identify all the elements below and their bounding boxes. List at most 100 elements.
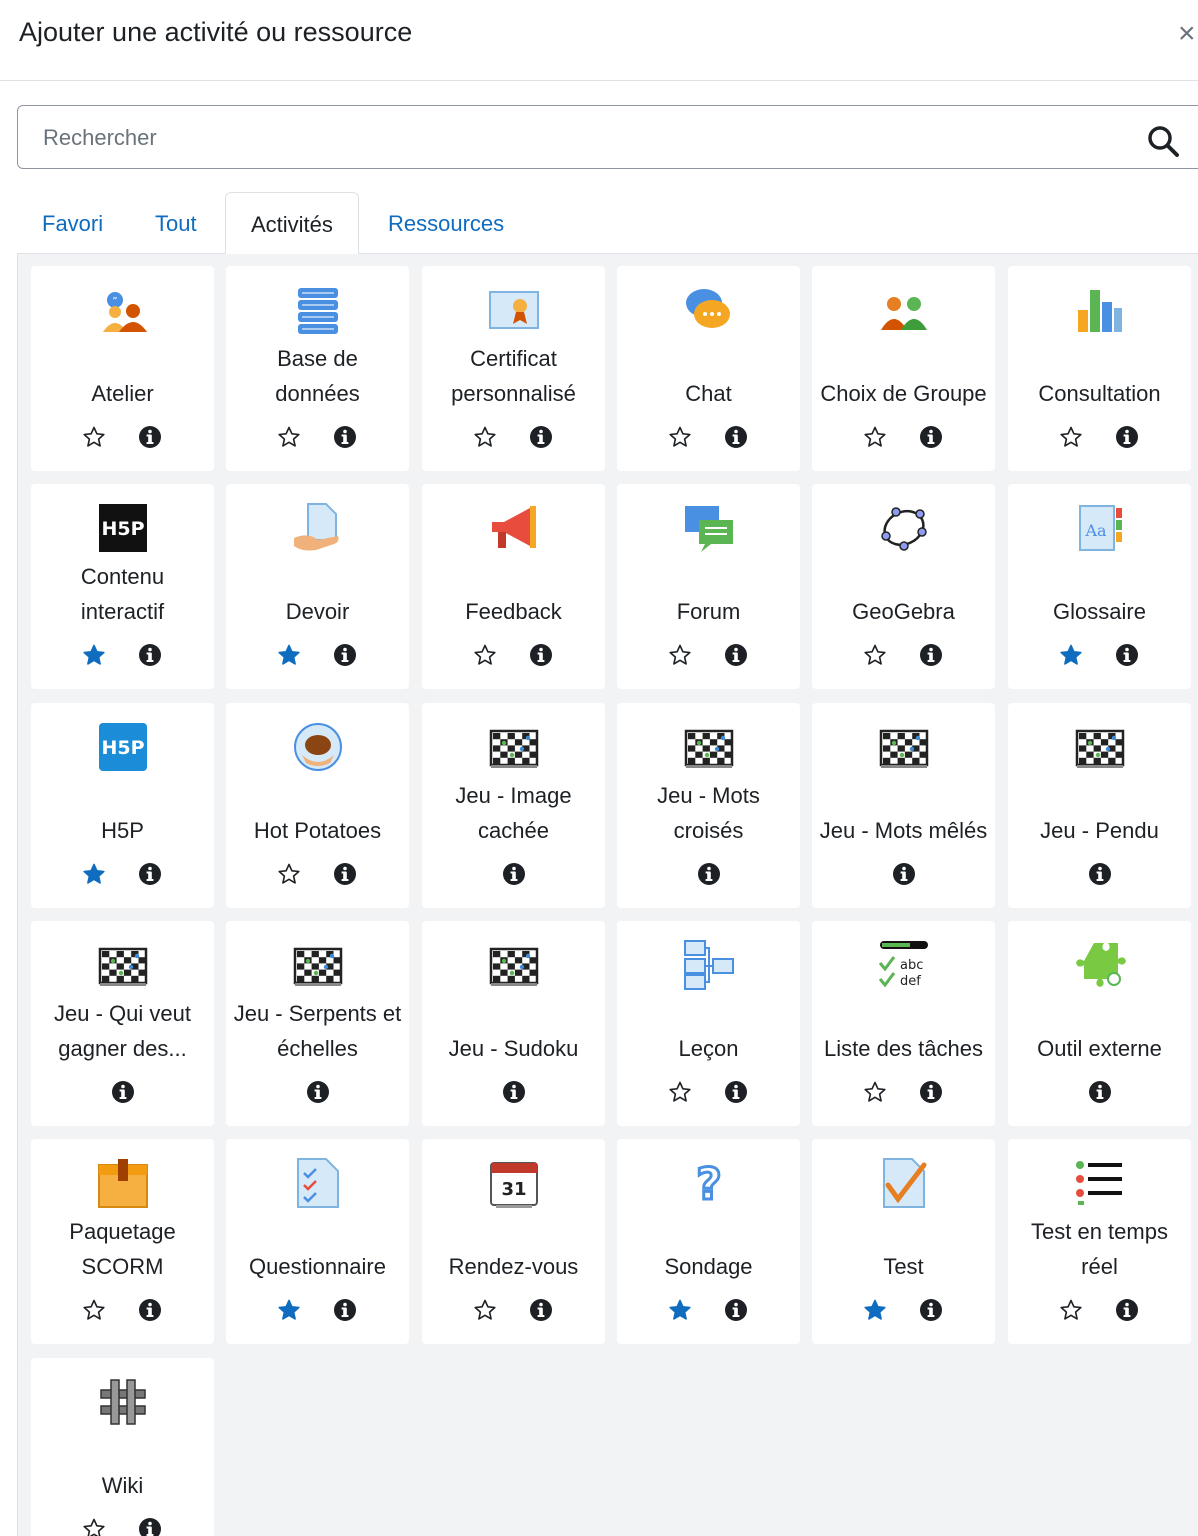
activity-card[interactable]: ? Sondage [617, 1139, 800, 1344]
info-icon[interactable] [919, 1080, 943, 1104]
info-icon[interactable] [529, 425, 553, 449]
info-icon[interactable] [1115, 643, 1139, 667]
star-icon[interactable] [82, 425, 106, 449]
info-icon[interactable] [529, 643, 553, 667]
info-icon[interactable] [333, 425, 357, 449]
search-icon[interactable] [1146, 124, 1180, 158]
star-filled-icon[interactable] [863, 1298, 887, 1322]
activity-card[interactable]: Wiki [31, 1358, 214, 1536]
star-icon[interactable] [473, 425, 497, 449]
star-icon[interactable] [473, 643, 497, 667]
hot-potatoes-icon [292, 721, 344, 773]
close-icon[interactable]: × [1178, 14, 1196, 54]
info-icon[interactable] [697, 862, 721, 886]
star-icon[interactable] [473, 1298, 497, 1322]
activity-card[interactable]: Certificat personnalisé [422, 266, 605, 471]
activity-card[interactable]: abc def Liste des tâches [812, 921, 995, 1126]
activity-card[interactable]: ” Atelier [31, 266, 214, 471]
activity-card[interactable]: Forum [617, 484, 800, 689]
info-icon[interactable] [724, 1080, 748, 1104]
star-icon[interactable] [863, 425, 887, 449]
info-icon[interactable] [138, 862, 162, 886]
activity-card[interactable]: Jeu - Serpents et échelles [226, 921, 409, 1126]
star-icon[interactable] [863, 1080, 887, 1104]
info-icon[interactable] [724, 643, 748, 667]
star-icon[interactable] [668, 643, 692, 667]
info-icon[interactable] [306, 1080, 330, 1104]
info-icon[interactable] [333, 862, 357, 886]
star-icon[interactable] [668, 425, 692, 449]
info-icon[interactable] [1115, 1298, 1139, 1322]
info-icon[interactable] [1088, 862, 1112, 886]
activity-name: Atelier [91, 381, 154, 406]
info-icon[interactable] [919, 1298, 943, 1322]
tab-favori[interactable]: Favori [17, 192, 128, 254]
info-icon[interactable] [502, 1080, 526, 1104]
activity-card[interactable]: Feedback [422, 484, 605, 689]
activity-card[interactable]: Test [812, 1139, 995, 1344]
star-filled-icon[interactable] [1059, 643, 1083, 667]
activity-name: Jeu - Image cachée [455, 783, 572, 843]
tab-ressources[interactable]: Ressources [363, 192, 529, 254]
info-icon[interactable] [529, 1298, 553, 1322]
info-icon[interactable] [724, 1298, 748, 1322]
info-icon[interactable] [502, 862, 526, 886]
activity-card[interactable]: Questionnaire [226, 1139, 409, 1344]
info-icon[interactable] [724, 425, 748, 449]
star-filled-icon[interactable] [668, 1298, 692, 1322]
activity-card[interactable]: Outil externe [1008, 921, 1191, 1126]
activity-card[interactable]: Test en temps réel [1008, 1139, 1191, 1344]
tab-tout[interactable]: Tout [130, 192, 222, 254]
activity-card[interactable]: Consultation [1008, 266, 1191, 471]
activity-card[interactable]: Paquetage SCORM [31, 1139, 214, 1344]
star-icon[interactable] [82, 1298, 106, 1322]
star-filled-icon[interactable] [82, 643, 106, 667]
activity-card[interactable]: Base de données [226, 266, 409, 471]
database-icon [292, 284, 344, 336]
info-icon[interactable] [111, 1080, 135, 1104]
activity-card[interactable]: H5P H5P [31, 703, 214, 908]
activity-card[interactable]: H5P Contenu interactif [31, 484, 214, 689]
search-input[interactable]: Rechercher [17, 105, 1198, 169]
activity-card[interactable]: Jeu - Image cachée [422, 703, 605, 908]
info-icon[interactable] [138, 1298, 162, 1322]
star-icon[interactable] [668, 1080, 692, 1104]
activity-card[interactable]: Jeu - Mots croisés [617, 703, 800, 908]
info-icon[interactable] [1115, 425, 1139, 449]
activity-card[interactable]: Chat [617, 266, 800, 471]
info-icon[interactable] [333, 1298, 357, 1322]
info-icon[interactable] [892, 862, 916, 886]
activity-card[interactable]: Choix de Groupe [812, 266, 995, 471]
star-icon[interactable] [277, 425, 301, 449]
activity-card[interactable]: Jeu - Qui veut gagner des... [31, 921, 214, 1126]
info-icon[interactable] [1088, 1080, 1112, 1104]
info-icon[interactable] [333, 643, 357, 667]
activity-name: Base de données [275, 346, 360, 406]
star-icon[interactable] [277, 862, 301, 886]
star-icon[interactable] [1059, 1298, 1083, 1322]
star-icon[interactable] [82, 1517, 106, 1536]
info-icon[interactable] [138, 425, 162, 449]
star-filled-icon[interactable] [82, 862, 106, 886]
modal-header: Ajouter une activité ou ressource × [0, 0, 1198, 81]
star-filled-icon[interactable] [277, 643, 301, 667]
activity-card[interactable]: Devoir [226, 484, 409, 689]
activity-card[interactable]: Jeu - Sudoku [422, 921, 605, 1126]
star-icon[interactable] [1059, 425, 1083, 449]
star-icon[interactable] [863, 643, 887, 667]
activity-card[interactable]: Leçon [617, 921, 800, 1126]
activity-card[interactable]: Aa Glossaire [1008, 484, 1191, 689]
activity-card[interactable]: GeoGebra [812, 484, 995, 689]
info-icon[interactable] [919, 643, 943, 667]
activity-name: Jeu - Sudoku [448, 1036, 579, 1061]
tab-activites[interactable]: Activités [225, 192, 359, 255]
info-icon[interactable] [138, 643, 162, 667]
info-icon[interactable] [138, 1517, 162, 1536]
question-mark-icon: ? [683, 1157, 735, 1210]
activity-card[interactable]: Jeu - Mots mêlés [812, 703, 995, 908]
info-icon[interactable] [919, 425, 943, 449]
star-filled-icon[interactable] [277, 1298, 301, 1322]
activity-card[interactable]: Hot Potatoes [226, 703, 409, 908]
activity-card[interactable]: Jeu - Pendu [1008, 703, 1191, 908]
activity-card[interactable]: 31 Rendez-vous [422, 1139, 605, 1344]
